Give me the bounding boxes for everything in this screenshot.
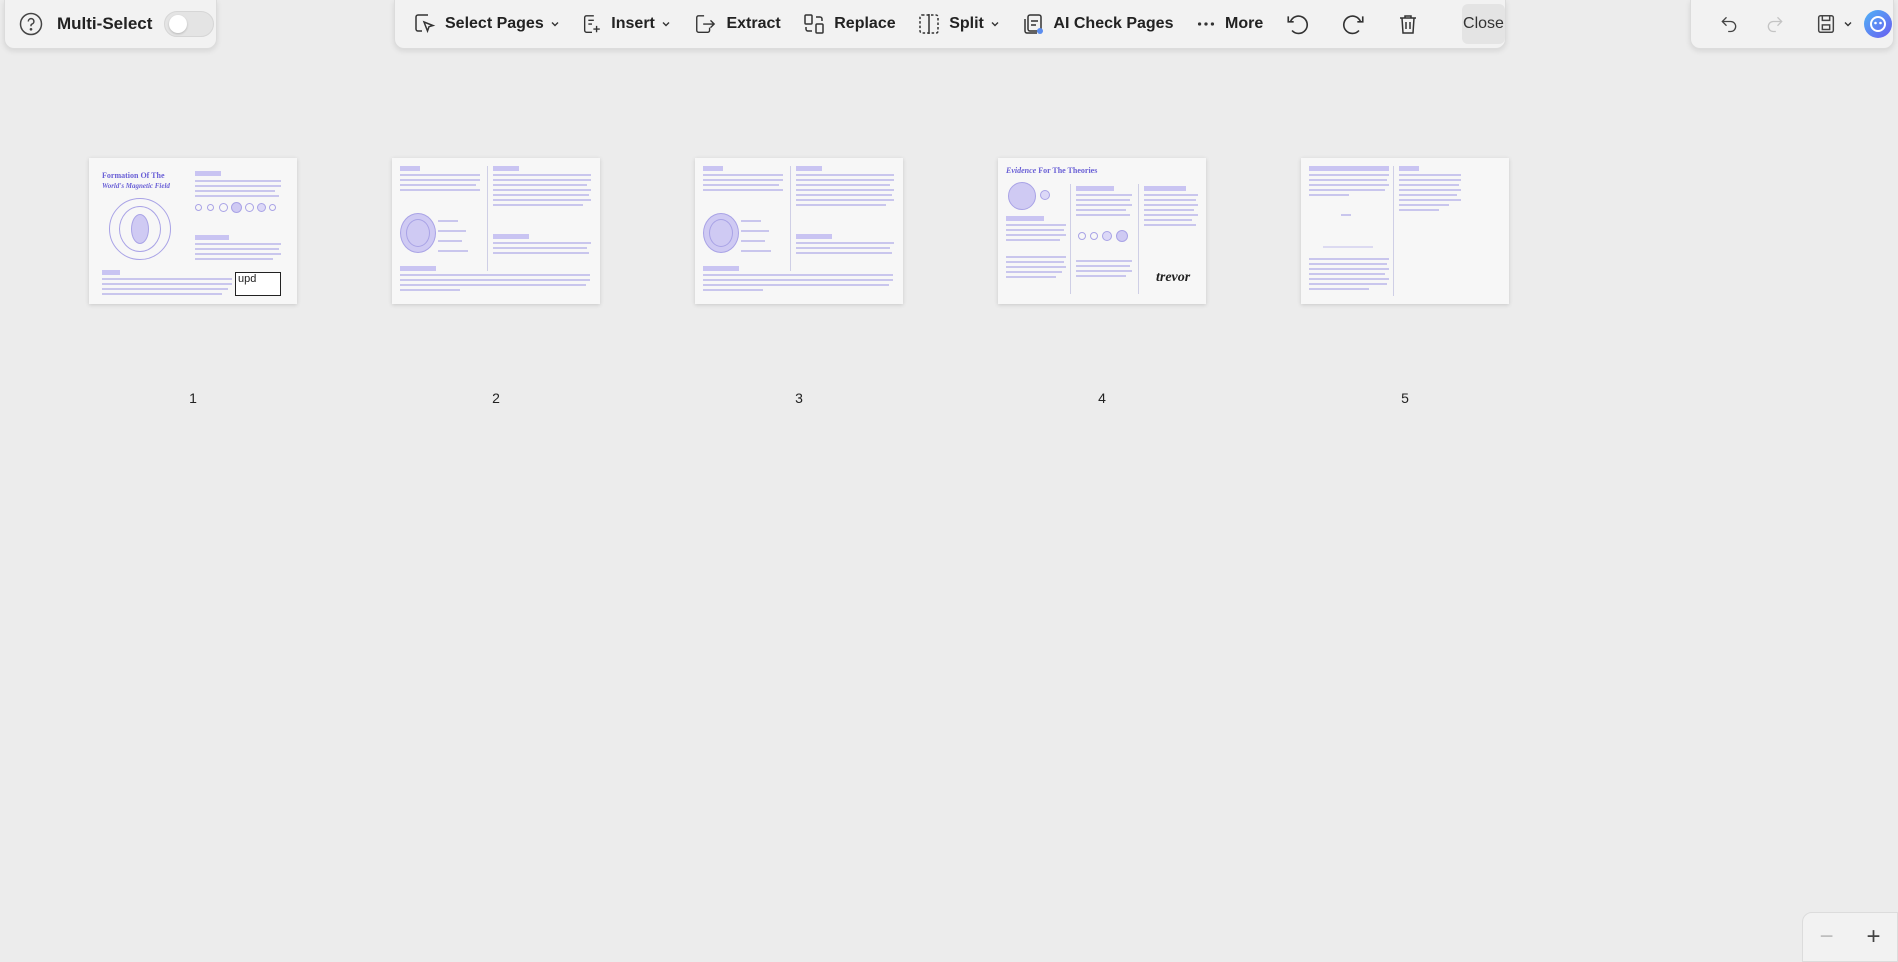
page-heading-italic: Evidence	[1006, 166, 1037, 175]
page-thumbnail-5[interactable]	[1301, 158, 1509, 304]
page-heading-rest: For The Theories	[1038, 166, 1098, 175]
chevron-down-icon	[662, 22, 670, 27]
toggle-knob	[169, 15, 188, 33]
page-number-4: 4	[1098, 390, 1106, 406]
page-toolbar: Select Pages Insert Extract Replace Spli…	[394, 0, 1506, 49]
save-options-chevron-icon[interactable]	[1843, 19, 1853, 29]
select-pages-button[interactable]: Select Pages	[405, 6, 568, 42]
more-label: More	[1225, 15, 1264, 32]
rotate-left-button[interactable]	[1277, 6, 1327, 42]
page-number-1: 1	[189, 390, 197, 406]
page-heading: Formation Of The	[102, 171, 165, 180]
rotate-left-icon	[1287, 15, 1308, 35]
save-icon[interactable]	[1815, 13, 1837, 35]
page-thumbnail-2[interactable]	[392, 158, 600, 304]
ai-check-pages-button[interactable]: AI Check Pages	[1013, 6, 1181, 42]
chevron-down-icon	[551, 22, 559, 27]
undo-icon[interactable]	[1719, 14, 1739, 34]
split-icon	[919, 14, 939, 34]
select-pages-label: Select Pages	[445, 15, 544, 32]
close-button[interactable]: Close	[1461, 4, 1506, 44]
help-icon[interactable]	[19, 12, 43, 36]
redo-icon[interactable]	[1765, 14, 1785, 34]
extract-button[interactable]: Extract	[684, 6, 788, 42]
more-button[interactable]: More	[1187, 6, 1271, 42]
multi-select-panel: Multi-Select	[4, 0, 217, 49]
page-subheading: World's Magnetic Field	[102, 182, 170, 190]
multi-select-toggle[interactable]	[164, 11, 215, 37]
ai-check-pages-label: AI Check Pages	[1053, 15, 1174, 32]
delete-button[interactable]	[1388, 6, 1436, 42]
replace-label: Replace	[834, 15, 896, 32]
page-stamp: upd	[235, 272, 281, 296]
page-number-5: 5	[1401, 390, 1409, 406]
page-thumbnail-3[interactable]	[695, 158, 903, 304]
page-heading: Evidence For The Theories	[1006, 166, 1097, 175]
rotate-right-button[interactable]	[1332, 6, 1382, 42]
more-horizontal-icon	[1197, 22, 1215, 26]
insert-button[interactable]: Insert	[573, 6, 679, 42]
split-button[interactable]: Split	[909, 6, 1008, 42]
insert-icon	[584, 15, 601, 33]
trash-icon	[1399, 15, 1416, 34]
signature: trevor	[1156, 270, 1191, 285]
zoom-controls: − +	[1802, 912, 1898, 962]
page-thumbnail-4[interactable]: Evidence For The Theories trevor	[998, 158, 1206, 304]
extract-icon	[696, 15, 716, 33]
ai-check-pages-icon	[1024, 14, 1044, 34]
page-number-3: 3	[795, 390, 803, 406]
multi-select-label: Multi-Select	[57, 14, 153, 33]
split-label: Split	[949, 15, 984, 32]
select-pages-icon	[415, 14, 436, 34]
ai-assistant-icon[interactable]	[1863, 9, 1893, 39]
stamp-text: upd	[238, 273, 257, 285]
replace-icon	[804, 14, 824, 34]
replace-button[interactable]: Replace	[794, 6, 903, 42]
zoom-out-button[interactable]: −	[1819, 925, 1833, 949]
extract-label: Extract	[726, 15, 781, 32]
insert-label: Insert	[611, 15, 655, 32]
page-thumbnail-1[interactable]: Formation Of The World's Magnetic Field …	[89, 158, 297, 304]
document-actions-panel	[1690, 0, 1894, 49]
rotate-right-icon	[1343, 15, 1364, 35]
page-number-2: 2	[492, 390, 500, 406]
chevron-down-icon	[991, 22, 999, 27]
zoom-in-button[interactable]: +	[1866, 925, 1880, 949]
